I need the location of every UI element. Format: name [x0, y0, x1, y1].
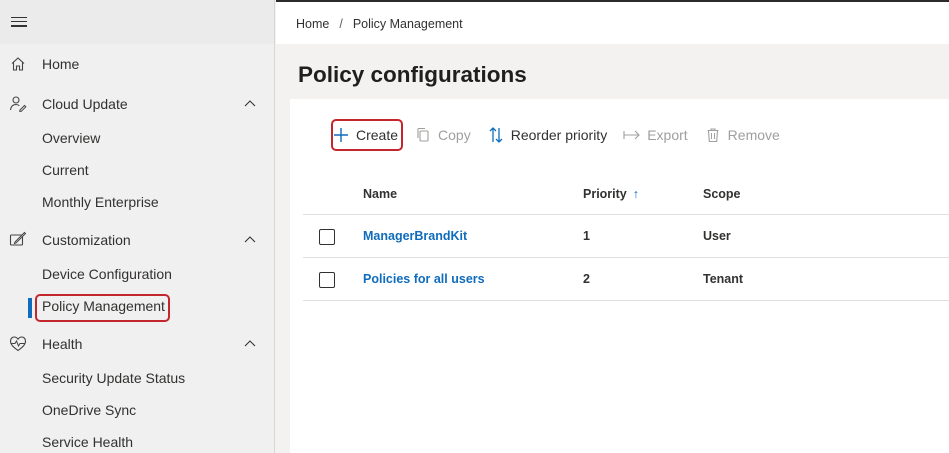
row-checkbox[interactable] [319, 272, 335, 288]
sidebar-item-label: Service Health [42, 434, 134, 450]
sidebar-item-security-update-status[interactable]: Security Update Status [0, 363, 274, 395]
column-header-name[interactable]: Name [363, 187, 397, 201]
breadcrumb-bar: Home / Policy Management [276, 0, 949, 44]
page-title: Policy configurations [298, 62, 527, 87]
breadcrumb-separator: / [339, 17, 343, 31]
column-header-priority[interactable]: Priority ↑ [583, 187, 639, 201]
annotation-highlight-box [35, 294, 170, 322]
sidebar-item-label: Current [42, 162, 89, 178]
remove-label: Remove [727, 127, 780, 143]
sidebar-item-service-health[interactable]: Service Health [0, 427, 274, 453]
cloud-update-icon [9, 95, 27, 113]
copy-icon [414, 126, 432, 144]
chevron-up-icon[interactable] [244, 98, 256, 110]
sidebar-item-health[interactable]: Health [0, 328, 274, 360]
sidebar-item-home[interactable]: Home [0, 48, 274, 80]
reorder-priority-label: Reorder priority [510, 127, 608, 143]
policy-table: Name Priority ↑ Scope ManagerBrandKit 1 U… [303, 173, 949, 301]
sidebar-item-label: Home [42, 56, 80, 72]
sidebar-item-onedrive-sync[interactable]: OneDrive Sync [0, 395, 274, 427]
breadcrumb: Home / Policy Management [296, 17, 463, 31]
chevron-up-icon[interactable] [244, 338, 256, 350]
breadcrumb-home-link[interactable]: Home [296, 17, 329, 31]
remove-button[interactable]: Remove [704, 122, 780, 148]
sidebar: Home Cloud Update Overview Current Month… [0, 0, 275, 453]
policy-priority: 2 [583, 272, 590, 286]
hamburger-icon [11, 17, 27, 30]
sidebar-item-monthly-enterprise[interactable]: Monthly Enterprise [0, 187, 274, 219]
sidebar-item-device-configuration[interactable]: Device Configuration [0, 259, 274, 291]
export-button[interactable]: Export [623, 122, 688, 148]
export-icon [623, 126, 641, 144]
policy-name-link[interactable]: Policies for all users [363, 272, 485, 286]
sidebar-item-label: Health [42, 336, 83, 352]
sidebar-item-label: Device Configuration [42, 266, 172, 282]
content-panel: Create Copy Reorder priority Export Remo… [290, 99, 949, 453]
sort-arrows-icon [487, 126, 505, 144]
reorder-priority-button[interactable]: Reorder priority [487, 122, 607, 148]
customization-icon [9, 231, 27, 249]
export-label: Export [647, 127, 688, 143]
policy-scope: Tenant [703, 272, 744, 286]
breadcrumb-current: Policy Management [352, 17, 463, 31]
table-row[interactable]: Policies for all users 2 Tenant [303, 258, 949, 301]
column-header-priority-label: Priority [583, 187, 627, 201]
sidebar-item-current[interactable]: Current [0, 155, 274, 187]
sidebar-item-label: Overview [42, 130, 101, 146]
health-icon [9, 335, 27, 353]
home-icon [9, 55, 27, 73]
trash-icon [704, 126, 722, 144]
sidebar-item-label: OneDrive Sync [42, 402, 137, 418]
copy-label: Copy [438, 127, 471, 143]
policy-name-link[interactable]: ManagerBrandKit [363, 229, 467, 243]
column-header-scope[interactable]: Scope [703, 187, 741, 201]
sidebar-item-label: Security Update Status [42, 370, 186, 386]
sidebar-item-cloud-update[interactable]: Cloud Update [0, 88, 274, 120]
sidebar-item-customization[interactable]: Customization [0, 224, 274, 256]
sidebar-item-label: Cloud Update [42, 96, 128, 112]
copy-button[interactable]: Copy [414, 122, 471, 148]
table-header: Name Priority ↑ Scope [303, 173, 949, 215]
sidebar-item-overview[interactable]: Overview [0, 123, 274, 155]
table-row[interactable]: ManagerBrandKit 1 User [303, 215, 949, 258]
row-checkbox[interactable] [319, 229, 335, 245]
policy-priority: 1 [583, 229, 590, 243]
chevron-up-icon[interactable] [244, 234, 256, 246]
sidebar-item-label: Monthly Enterprise [42, 194, 159, 210]
policy-scope: User [703, 229, 731, 243]
sort-ascending-icon: ↑ [632, 187, 640, 201]
annotation-highlight-box [331, 119, 403, 151]
hamburger-menu-button[interactable] [0, 0, 274, 44]
sidebar-item-label: Customization [42, 232, 131, 248]
